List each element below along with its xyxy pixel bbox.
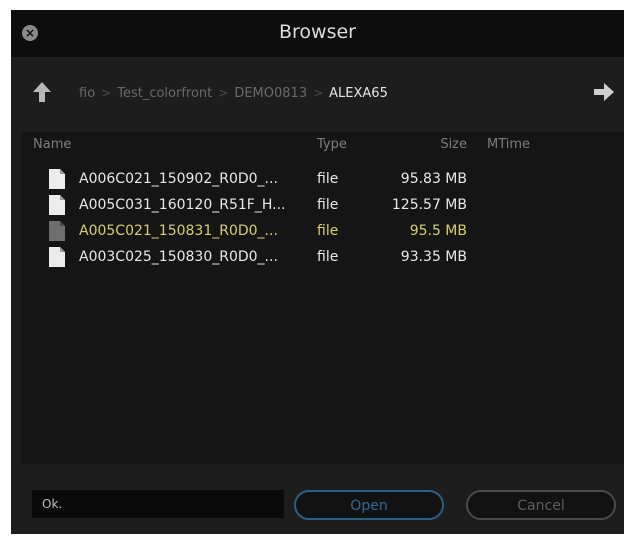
file-row[interactable]: A005C031_160120_R51F_H... file 125.57 MB (21, 194, 624, 218)
window-title: Browser (279, 21, 356, 43)
file-row-selected[interactable]: A005C021_150831_R0D0_... file 95.5 MB (21, 220, 624, 244)
file-name: A005C021_150831_R0D0_... (79, 223, 278, 239)
file-size: 93.35 MB (400, 249, 467, 265)
breadcrumb-item-demo0813[interactable]: DEMO0813 (234, 86, 307, 101)
file-row[interactable]: A006C021_150902_R0D0_... file 95.83 MB (21, 168, 624, 192)
breadcrumb-item-fio[interactable]: fio (79, 86, 95, 101)
file-row[interactable]: A003C025_150830_R0D0_... file 93.35 MB (21, 246, 624, 270)
column-header-size[interactable]: Size (407, 137, 467, 152)
open-button[interactable]: Open (294, 490, 444, 520)
file-icon (49, 195, 65, 215)
file-name: A006C021_150902_R0D0_... (79, 171, 278, 187)
file-icon (49, 169, 65, 189)
file-type: file (317, 223, 339, 239)
breadcrumb-separator: > (101, 86, 112, 100)
arrow-right-icon[interactable] (592, 80, 616, 104)
arrow-up-icon[interactable] (31, 80, 53, 104)
path-bar: fio > Test_colorfront > DEMO0813 > ALEXA… (11, 68, 624, 116)
cancel-button[interactable]: Cancel (466, 490, 616, 520)
breadcrumb: fio > Test_colorfront > DEMO0813 > ALEXA… (79, 83, 388, 103)
file-name: A003C025_150830_R0D0_... (79, 249, 278, 265)
file-icon (49, 247, 65, 267)
file-size: 125.57 MB (391, 197, 467, 213)
breadcrumb-item-alexa65[interactable]: ALEXA65 (329, 86, 388, 101)
title-bar: × Browser (11, 10, 624, 57)
file-size: 95.83 MB (400, 171, 467, 187)
file-browser-window: × Browser fio > Test_colorfront > DEMO08… (11, 10, 624, 534)
list-header: Name Type Size MTime (21, 132, 624, 158)
breadcrumb-separator: > (313, 86, 324, 100)
breadcrumb-item-test-colorfront[interactable]: Test_colorfront (117, 86, 212, 101)
file-type: file (317, 249, 339, 265)
column-header-type[interactable]: Type (317, 137, 347, 152)
file-type: file (317, 171, 339, 187)
file-type: file (317, 197, 339, 213)
file-list: Name Type Size MTime A006C021_150902_R0D… (21, 132, 624, 464)
breadcrumb-separator: > (218, 86, 229, 100)
file-name: A005C031_160120_R51F_H... (79, 197, 286, 213)
file-icon (49, 221, 65, 241)
column-header-mtime[interactable]: MTime (487, 137, 530, 152)
file-size: 95.5 MB (409, 223, 467, 239)
status-input[interactable] (32, 490, 284, 518)
column-header-name[interactable]: Name (33, 137, 71, 152)
